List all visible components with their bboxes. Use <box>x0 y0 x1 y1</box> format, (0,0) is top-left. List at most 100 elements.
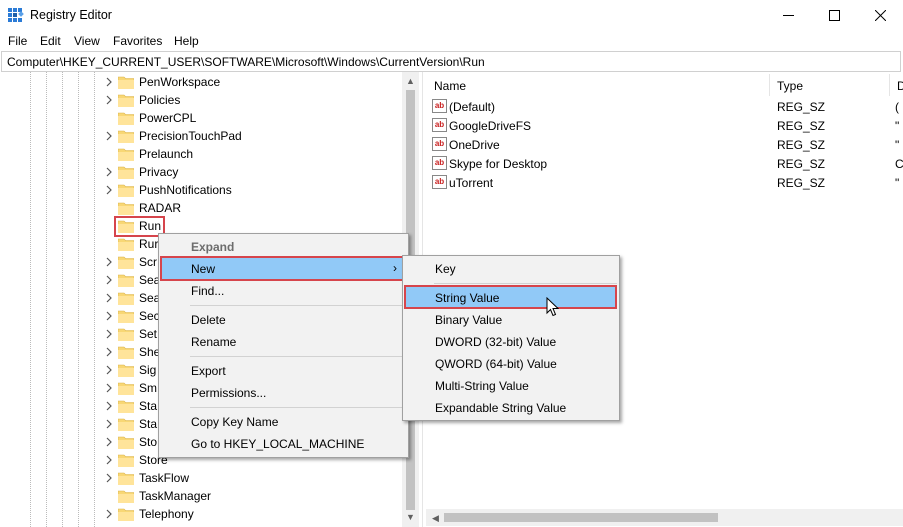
chevron-right-icon[interactable] <box>103 274 115 286</box>
chevron-right-icon[interactable] <box>103 130 115 142</box>
value-name: OneDrive <box>449 138 500 152</box>
chevron-right-icon[interactable] <box>103 472 115 484</box>
folder-icon <box>118 346 134 359</box>
folder-icon <box>118 256 134 269</box>
chevron-right-icon[interactable] <box>103 328 115 340</box>
submenu-item-dword-value[interactable]: DWORD (32-bit) Value <box>406 331 616 353</box>
chevron-right-icon[interactable] <box>103 166 115 178</box>
menu-item-expand[interactable]: Expand <box>162 236 405 258</box>
chevron-right-icon[interactable] <box>103 310 115 322</box>
chevron-right-icon[interactable] <box>103 346 115 358</box>
tree-item-label: Sta <box>139 399 158 413</box>
chevron-right-icon[interactable] <box>103 508 115 520</box>
value-type: REG_SZ <box>777 157 826 171</box>
value-row[interactable]: ab uTorrent REG_SZ " <box>426 173 903 192</box>
tree-item[interactable]: TaskFlow <box>0 469 400 487</box>
chevron-right-icon[interactable] <box>103 454 115 466</box>
folder-icon <box>118 400 134 413</box>
tree-item[interactable]: RADAR <box>0 199 400 217</box>
tree-item[interactable]: PrecisionTouchPad <box>0 127 400 145</box>
maximize-button[interactable] <box>811 0 857 31</box>
chevron-right-icon[interactable] <box>103 292 115 304</box>
tree-item-label: Rur <box>139 237 159 251</box>
tree-item-label: Telephony <box>139 507 194 521</box>
tree-item[interactable]: Privacy <box>0 163 400 181</box>
scroll-left-icon[interactable]: ◀ <box>430 513 441 523</box>
value-type: REG_SZ <box>777 138 826 152</box>
column-header-name[interactable]: Name <box>426 72 474 97</box>
column-header-type[interactable]: Type <box>769 72 811 97</box>
submenu-item-key[interactable]: Key <box>406 258 616 280</box>
folder-icon <box>118 202 134 215</box>
close-button[interactable] <box>857 0 903 31</box>
tree-item-label: Sta <box>139 417 158 431</box>
menu-favorites[interactable]: Favorites <box>113 34 162 48</box>
chevron-right-icon[interactable] <box>103 256 115 268</box>
tree-item-label: Sm <box>139 381 157 395</box>
tree-item-label: Policies <box>139 93 181 107</box>
submenu-item-multi-string-value[interactable]: Multi-String Value <box>406 375 616 397</box>
menu-item-goto-hklm[interactable]: Go to HKEY_LOCAL_MACHINE <box>162 433 405 455</box>
tree-item[interactable]: PowerCPL <box>0 109 400 127</box>
value-data: " <box>895 176 900 190</box>
chevron-right-icon[interactable] <box>103 436 115 448</box>
tree-item-label: PowerCPL <box>139 111 197 125</box>
chevron-right-icon[interactable] <box>103 418 115 430</box>
value-row[interactable]: ab OneDrive REG_SZ " <box>426 135 903 154</box>
tree-item[interactable]: PenWorkspace <box>0 73 400 91</box>
tree-item[interactable]: PushNotifications <box>0 181 400 199</box>
menu-edit[interactable]: Edit <box>40 34 61 48</box>
address-bar[interactable]: Computer\HKEY_CURRENT_USER\SOFTWARE\Micr… <box>1 51 901 72</box>
tree-item-label: Sto <box>139 435 158 449</box>
submenu-item-binary-value[interactable]: Binary Value <box>406 309 616 331</box>
value-type: REG_SZ <box>777 119 826 133</box>
submenu-item-qword-value[interactable]: QWORD (64-bit) Value <box>406 353 616 375</box>
submenu-item-expandable-string-value[interactable]: Expandable String Value <box>406 397 616 419</box>
scroll-down-icon[interactable]: ▼ <box>405 512 416 522</box>
new-item-annotation <box>160 256 404 281</box>
value-type: REG_SZ <box>777 100 826 114</box>
folder-icon <box>118 418 134 431</box>
menu-item-find[interactable]: Find... <box>162 280 405 302</box>
value-type: REG_SZ <box>777 176 826 190</box>
menu-item-export[interactable]: Export <box>162 360 405 382</box>
scroll-up-icon[interactable]: ▲ <box>405 76 416 86</box>
scroll-thumb[interactable] <box>444 513 718 522</box>
value-name: uTorrent <box>449 176 494 190</box>
chevron-right-icon[interactable] <box>103 76 115 88</box>
chevron-right-icon[interactable] <box>103 184 115 196</box>
folder-icon <box>118 130 134 143</box>
string-value-icon: ab <box>432 118 447 132</box>
tree-item[interactable]: Policies <box>0 91 400 109</box>
tree-item-label: RADAR <box>139 201 182 215</box>
menu-file[interactable]: File <box>8 34 27 48</box>
value-row[interactable]: ab GoogleDriveFS REG_SZ " <box>426 116 903 135</box>
folder-icon <box>118 382 134 395</box>
menu-item-delete[interactable]: Delete <box>162 309 405 331</box>
menu-item-copy-key-name[interactable]: Copy Key Name <box>162 411 405 433</box>
value-name: GoogleDriveFS <box>449 119 532 133</box>
tree-item[interactable]: TaskManager <box>0 487 400 505</box>
menu-view[interactable]: View <box>74 34 100 48</box>
new-submenu: Key String Value Binary Value DWORD (32-… <box>402 255 620 421</box>
values-horizontal-scrollbar[interactable]: ◀ <box>426 509 903 526</box>
tree-item-label: TaskManager <box>139 489 212 503</box>
chevron-right-icon[interactable] <box>103 400 115 412</box>
tree-item[interactable]: Prelaunch <box>0 145 400 163</box>
chevron-right-icon[interactable] <box>103 382 115 394</box>
minimize-button[interactable] <box>765 0 811 31</box>
menu-item-permissions[interactable]: Permissions... <box>162 382 405 404</box>
tree-item-label: PushNotifications <box>139 183 232 197</box>
menu-separator <box>190 305 405 306</box>
menu-item-rename[interactable]: Rename <box>162 331 405 353</box>
chevron-right-icon[interactable] <box>103 364 115 376</box>
menu-help[interactable]: Help <box>174 34 199 48</box>
column-header-data[interactable]: D <box>889 72 903 97</box>
value-row[interactable]: ab Skype for Desktop REG_SZ C <box>426 154 903 173</box>
folder-icon <box>118 508 134 521</box>
folder-icon <box>118 76 134 89</box>
folder-icon <box>118 166 134 179</box>
value-row[interactable]: ab (Default) REG_SZ ( <box>426 97 903 116</box>
chevron-right-icon[interactable] <box>103 94 115 106</box>
tree-item[interactable]: Telephony <box>0 505 400 523</box>
